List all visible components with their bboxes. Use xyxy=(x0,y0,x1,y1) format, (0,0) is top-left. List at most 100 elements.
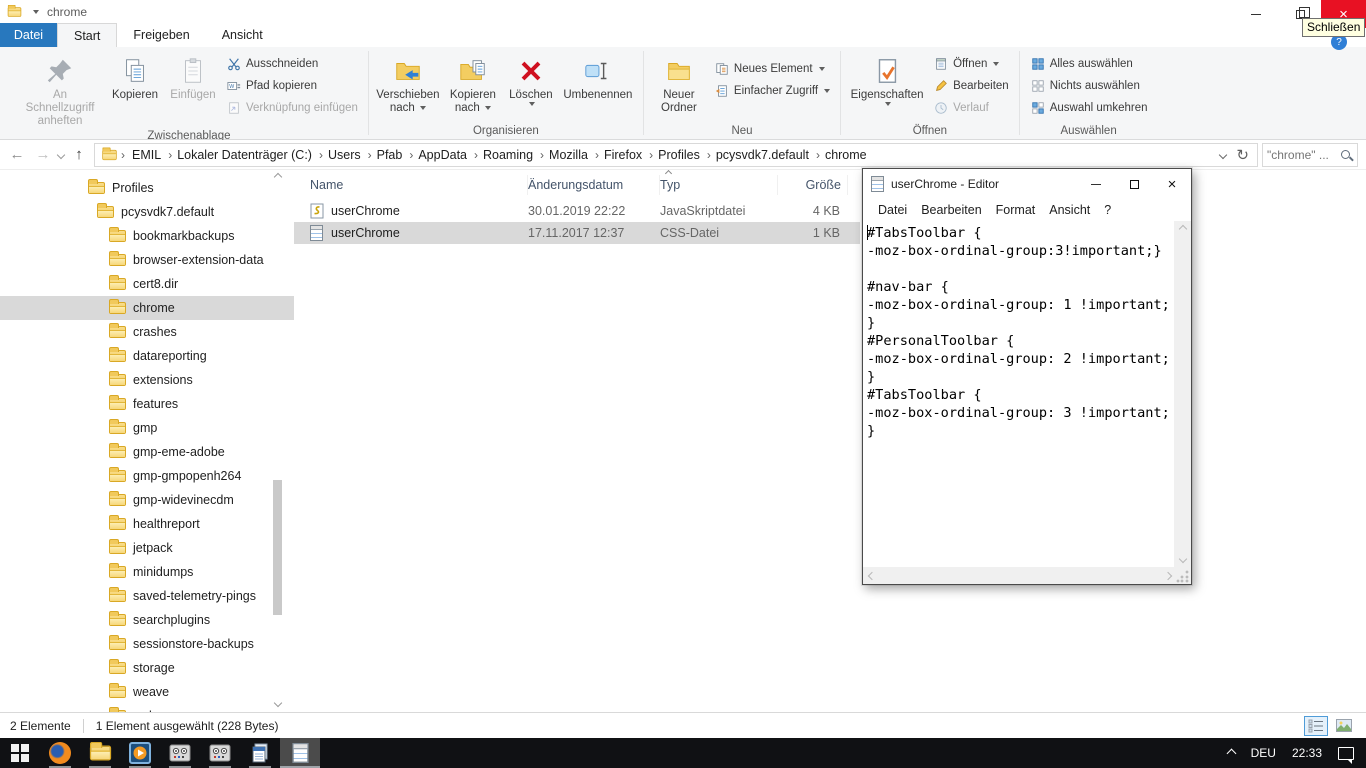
sidebar-scrollbar[interactable] xyxy=(271,172,285,710)
address-dropdown-icon[interactable] xyxy=(1219,150,1227,158)
menu-item[interactable]: Bearbeiten xyxy=(914,203,988,217)
sidebar-folder[interactable]: storage xyxy=(0,656,294,680)
clock[interactable]: 22:33 xyxy=(1292,746,1322,760)
edit-button[interactable]: Bearbeiten xyxy=(929,76,1013,96)
scroll-up-icon[interactable] xyxy=(1178,225,1186,233)
sidebar-folder[interactable]: weave xyxy=(0,680,294,704)
cut-button[interactable]: Ausschneiden xyxy=(222,54,362,74)
tray-chevron-icon[interactable] xyxy=(1226,748,1236,758)
up-icon[interactable]: ↑ xyxy=(68,146,90,163)
taskbar-document-button[interactable] xyxy=(240,738,280,768)
address-bar[interactable]: › EMIL› Lokaler Datenträger (C:)› Users›… xyxy=(94,143,1258,167)
taskbar-explorer-button[interactable] xyxy=(80,738,120,768)
refresh-icon[interactable]: ↻ xyxy=(1236,146,1249,164)
sidebar-folder[interactable]: datareporting xyxy=(0,344,294,368)
taskbar-media-player-button[interactable] xyxy=(120,738,160,768)
rename-button[interactable]: Umbenennen xyxy=(559,51,637,102)
sidebar-folder[interactable]: searchplugins xyxy=(0,608,294,632)
resize-grip[interactable] xyxy=(1175,568,1190,583)
breadcrumb-item[interactable]: AppData› xyxy=(414,148,479,162)
select-none-button[interactable]: Nichts auswählen xyxy=(1026,76,1152,96)
tab-ansicht[interactable]: Ansicht xyxy=(206,23,279,47)
breadcrumb-item[interactable]: pcysvdk7.default› xyxy=(712,148,821,162)
sidebar-folder[interactable]: sessionstore-backups xyxy=(0,632,294,656)
open-button[interactable]: Öffnen xyxy=(929,54,1013,74)
sidebar-folder[interactable]: browser-extension-data xyxy=(0,248,294,272)
taskbar-recorder-button-2[interactable] xyxy=(200,738,240,768)
quick-access-dropdown-icon[interactable] xyxy=(33,10,39,14)
taskbar-notepad-button[interactable] xyxy=(280,738,320,768)
scrollbar-thumb[interactable] xyxy=(273,480,282,615)
pin-to-quick-access-button[interactable]: An Schnellzugriff anheften xyxy=(16,51,104,128)
scroll-up-icon[interactable] xyxy=(274,173,282,181)
sidebar-folder[interactable]: saved-telemetry-pings xyxy=(0,584,294,608)
notepad-close-button[interactable]: × xyxy=(1153,169,1191,199)
move-to-button[interactable]: Verschieben nach xyxy=(375,51,441,115)
column-name[interactable]: Name xyxy=(310,175,528,195)
details-view-button[interactable] xyxy=(1304,716,1328,736)
taskbar-firefox-button[interactable] xyxy=(40,738,80,768)
notepad-titlebar[interactable]: userChrome - Editor × xyxy=(863,169,1191,199)
sidebar-folder[interactable]: cert8.dir xyxy=(0,272,294,296)
scroll-right-icon[interactable] xyxy=(1164,571,1172,579)
tab-freigeben[interactable]: Freigeben xyxy=(117,23,205,47)
back-icon[interactable]: ← xyxy=(6,146,28,163)
invert-selection-button[interactable]: Auswahl umkehren xyxy=(1026,98,1152,118)
menu-item[interactable]: Format xyxy=(989,203,1043,217)
menu-item[interactable]: Datei xyxy=(871,203,914,217)
tab-datei[interactable]: Datei xyxy=(0,23,57,47)
breadcrumb-item[interactable]: EMIL› xyxy=(128,148,173,162)
sidebar-folder[interactable]: chrome xyxy=(0,296,294,320)
breadcrumb-item[interactable]: chrome› xyxy=(821,148,871,162)
notepad-minimize-button[interactable] xyxy=(1077,169,1115,199)
sidebar-folder[interactable]: minidumps xyxy=(0,560,294,584)
new-item-button[interactable]: Neues Element xyxy=(710,59,834,79)
sidebar-folder[interactable]: gmp-eme-adobe xyxy=(0,440,294,464)
copy-to-button[interactable]: Kopieren nach xyxy=(443,51,503,115)
breadcrumb-item[interactable]: Firefox› xyxy=(600,148,654,162)
sidebar-folder[interactable]: features xyxy=(0,392,294,416)
new-folder-button[interactable]: Neuer Ordner xyxy=(650,51,708,115)
language-indicator[interactable]: DEU xyxy=(1251,746,1276,760)
breadcrumb-item[interactable]: Users› xyxy=(324,148,373,162)
breadcrumb-item[interactable]: Lokaler Datenträger (C:)› xyxy=(173,148,324,162)
file-row[interactable]: userChrome 30.01.2019 22:22 JavaSkriptda… xyxy=(294,200,860,222)
sidebar-folder[interactable]: gmp-widevinecdm xyxy=(0,488,294,512)
action-center-icon[interactable] xyxy=(1338,747,1354,760)
column-size[interactable]: Größe xyxy=(778,175,848,195)
breadcrumb-item[interactable]: Roaming› xyxy=(479,148,545,162)
sidebar-folder[interactable]: healthreport xyxy=(0,512,294,536)
notepad-maximize-button[interactable] xyxy=(1115,169,1153,199)
tab-start[interactable]: Start xyxy=(57,23,117,47)
properties-button[interactable]: Eigenschaften xyxy=(847,51,927,106)
file-row[interactable]: userChrome 17.11.2017 12:37 CSS-Datei 1 … xyxy=(294,222,860,244)
menu-item[interactable]: ? xyxy=(1097,203,1118,217)
sidebar-folder[interactable]: bookmarkbackups xyxy=(0,224,294,248)
taskbar-recorder-button-1[interactable] xyxy=(160,738,200,768)
select-all-button[interactable]: Alles auswählen xyxy=(1026,54,1152,74)
paste-shortcut-button[interactable]: Verknüpfung einfügen xyxy=(222,98,362,118)
notepad-horizontal-scrollbar[interactable] xyxy=(863,567,1191,584)
sidebar-folder[interactable]: extensions xyxy=(0,368,294,392)
sidebar-folder[interactable]: jetpack xyxy=(0,536,294,560)
breadcrumb-item[interactable]: Profiles› xyxy=(654,148,712,162)
minimize-button[interactable] xyxy=(1233,0,1278,28)
search-input[interactable] xyxy=(1267,148,1339,162)
search-icon[interactable] xyxy=(1341,150,1350,159)
sidebar-folder[interactable]: gmp xyxy=(0,416,294,440)
start-button[interactable] xyxy=(0,738,40,768)
notepad-text-area[interactable]: #TabsToolbar {-moz-box-ordinal-group:3!i… xyxy=(863,221,1174,567)
column-type[interactable]: Typ xyxy=(660,175,778,195)
search-box[interactable] xyxy=(1262,143,1358,167)
thumbnails-view-button[interactable] xyxy=(1332,716,1356,736)
breadcrumb-item[interactable]: Mozilla› xyxy=(545,148,600,162)
notepad-vertical-scrollbar[interactable] xyxy=(1174,221,1191,567)
recent-locations-icon[interactable] xyxy=(57,150,65,158)
column-date[interactable]: Änderungsdatum xyxy=(528,175,660,195)
delete-button[interactable]: Löschen xyxy=(505,51,557,106)
sidebar-folder[interactable]: webapps xyxy=(0,704,294,712)
sidebar-folder[interactable]: pcysvdk7.default xyxy=(0,200,294,224)
forward-icon[interactable]: → xyxy=(32,146,54,163)
sidebar-folder[interactable]: crashes xyxy=(0,320,294,344)
menu-item[interactable]: Ansicht xyxy=(1042,203,1097,217)
